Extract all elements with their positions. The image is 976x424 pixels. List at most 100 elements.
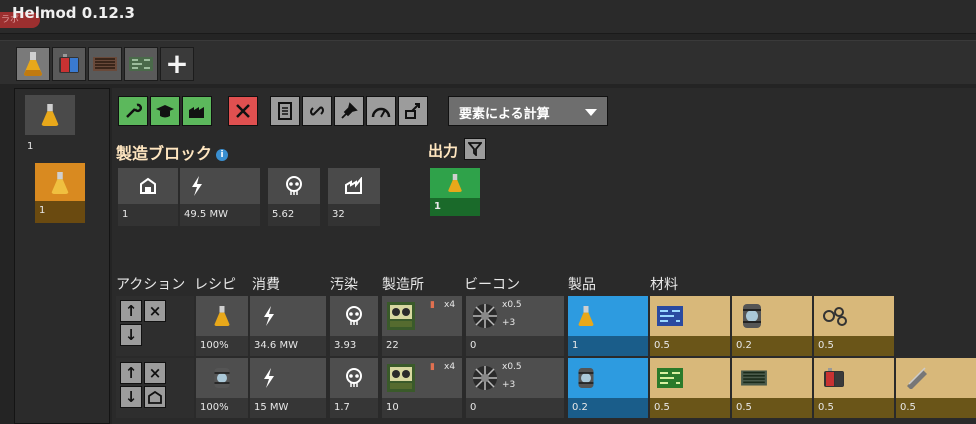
- delete-block-button[interactable]: [228, 96, 258, 126]
- move-up-button[interactable]: ↑: [120, 362, 142, 384]
- science-flask-icon: [41, 104, 59, 126]
- beacon-cell[interactable]: x0.5 +3 0: [466, 358, 564, 418]
- factory-settings-button[interactable]: [182, 96, 212, 126]
- pollution-skull-icon: [346, 306, 362, 325]
- export-icon: [405, 103, 420, 119]
- factory-cell[interactable]: ▮ x4 10: [382, 358, 462, 418]
- tab-science-flask[interactable]: [16, 47, 50, 81]
- stat-value: 49.5 MW: [180, 204, 260, 226]
- factory-cell[interactable]: ▮ x4 22: [382, 296, 462, 356]
- ingredient-cell[interactable]: 0.5: [650, 358, 730, 418]
- circuit-icon: [129, 57, 153, 71]
- product-cell[interactable]: 1: [568, 296, 648, 356]
- ingredient-cell[interactable]: 0.5: [814, 296, 894, 356]
- block-count: 1: [35, 201, 85, 223]
- low-density-structure-icon: [578, 368, 594, 388]
- info-icon[interactable]: i: [216, 148, 229, 161]
- speed-button[interactable]: [366, 96, 396, 126]
- model-tabs: +: [0, 40, 976, 84]
- output-value: 1: [430, 198, 480, 216]
- battery-icon: [59, 54, 79, 73]
- table-row: ↑ × ↓ 100% 15 MW 1.7 ▮ x4 10 x0.5 +3 0 0…: [116, 358, 976, 418]
- tab-engine[interactable]: [88, 47, 122, 81]
- block-item-selected[interactable]: [35, 163, 85, 203]
- engine-icon: [741, 370, 767, 386]
- stat-buildings: 1: [118, 168, 178, 226]
- close-icon: ×: [148, 364, 162, 382]
- link-icon: [310, 106, 324, 116]
- beacon-bonus: +3: [502, 318, 516, 328]
- compute-mode-dropdown[interactable]: 要素による計算: [448, 96, 608, 126]
- ingredient-value: 0.5: [896, 398, 976, 418]
- stat-value: 5.62: [268, 204, 320, 226]
- ingredient-cell[interactable]: 0.5: [650, 296, 730, 356]
- module-icon: ▮: [430, 300, 435, 310]
- pollution-skull-icon: [346, 368, 362, 387]
- beacon-bonus: +3: [502, 380, 516, 390]
- header-actions: アクション: [116, 277, 186, 293]
- arrow-up-icon: ↑: [124, 302, 138, 320]
- block-item[interactable]: [25, 95, 75, 135]
- output-filter-button[interactable]: [464, 138, 486, 160]
- steel-beam-icon: [907, 367, 927, 389]
- rail-icon: [823, 307, 847, 326]
- beacon-multiplier: x0.5: [502, 362, 522, 372]
- processing-unit-icon: [657, 306, 683, 326]
- stat-pollution: 5.62: [268, 168, 320, 226]
- chevron-down-icon: [585, 109, 597, 116]
- add-tab-button[interactable]: +: [160, 47, 194, 81]
- tab-circuit[interactable]: [124, 47, 158, 81]
- recipe-value: 100%: [196, 398, 248, 418]
- lightning-icon: [264, 368, 274, 388]
- stat-factories: 32: [328, 168, 380, 226]
- science-flask-icon: [448, 174, 462, 192]
- remove-button[interactable]: ×: [144, 362, 166, 384]
- factory-button[interactable]: [144, 386, 166, 408]
- arrow-up-icon: ↑: [124, 364, 138, 382]
- science-flask-icon: [24, 52, 42, 76]
- beacon-icon: [473, 304, 497, 328]
- energy-cell: 15 MW: [250, 358, 326, 418]
- header-factory: 製造所: [382, 277, 424, 293]
- recipe-cell[interactable]: 100%: [196, 296, 248, 356]
- link-button[interactable]: [302, 96, 332, 126]
- block-title-text: 製造ブロック: [116, 144, 213, 163]
- tutorial-button[interactable]: [150, 96, 180, 126]
- energy-value: 34.6 MW: [250, 336, 326, 356]
- ingredient-value: 0.5: [814, 398, 894, 418]
- lightning-icon: [192, 176, 202, 196]
- ingredient-cell[interactable]: 0.5: [896, 358, 976, 418]
- settings-button[interactable]: [118, 96, 148, 126]
- energy-cell: 34.6 MW: [250, 296, 326, 356]
- block-count: 1: [27, 141, 34, 152]
- beacon-value: 0: [466, 398, 564, 418]
- module-count: x4: [444, 300, 456, 310]
- export-button[interactable]: [398, 96, 428, 126]
- module-icon: ▮: [430, 362, 435, 372]
- science-flask-icon: [214, 306, 230, 326]
- ingredient-value: 0.5: [814, 336, 894, 356]
- ingredient-cell[interactable]: 0.2: [732, 296, 812, 356]
- move-down-button[interactable]: ↓: [120, 324, 142, 346]
- output-product[interactable]: 1: [430, 168, 480, 216]
- ingredient-cell[interactable]: 0.5: [732, 358, 812, 418]
- remove-button[interactable]: ×: [144, 300, 166, 322]
- beacon-cell[interactable]: x0.5 +3 0: [466, 296, 564, 356]
- product-cell[interactable]: 0.2: [568, 358, 648, 418]
- move-down-button[interactable]: ↓: [120, 386, 142, 408]
- output-heading: 出力: [428, 142, 459, 160]
- details-button[interactable]: [270, 96, 300, 126]
- recipe-cell[interactable]: 100%: [196, 358, 248, 418]
- pollution-value: 1.7: [330, 398, 378, 418]
- row-actions: ↑ × ↓: [116, 296, 194, 356]
- tab-battery[interactable]: [52, 47, 86, 81]
- pin-button[interactable]: [334, 96, 364, 126]
- move-up-button[interactable]: ↑: [120, 300, 142, 322]
- block-list: 1 1: [14, 88, 110, 424]
- ingredient-cell[interactable]: 0.5: [814, 358, 894, 418]
- beacon-multiplier: x0.5: [502, 300, 522, 310]
- close-icon: ×: [148, 302, 162, 320]
- factory-value: 10: [382, 398, 462, 418]
- energy-value: 15 MW: [250, 398, 326, 418]
- low-density-structure-icon: [214, 368, 230, 388]
